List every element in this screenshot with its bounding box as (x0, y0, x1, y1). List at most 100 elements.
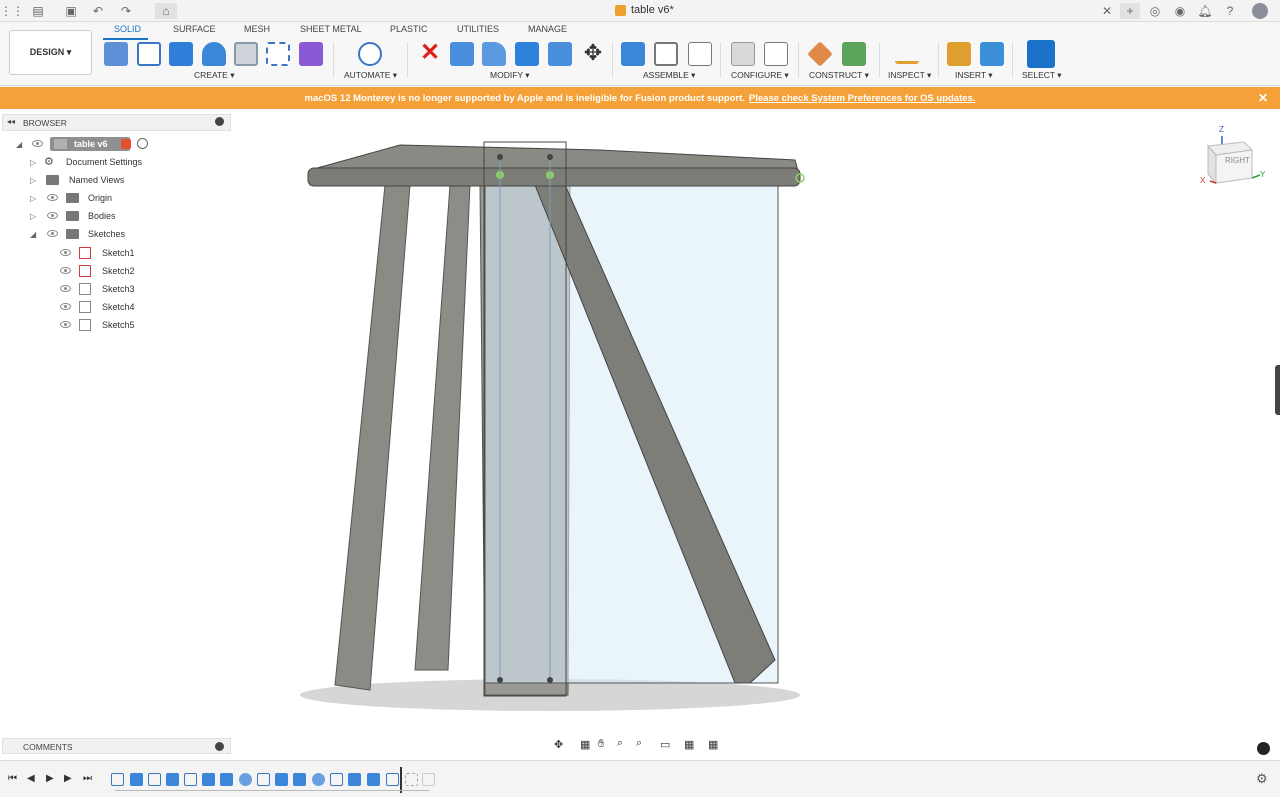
assemble-menu[interactable]: ASSEMBLE ▾ (643, 70, 695, 81)
configure-menu[interactable]: CONFIGURE ▾ (731, 70, 789, 81)
home-icon[interactable]: ⌂ (155, 3, 177, 19)
file-menu-icon[interactable]: ▤ (30, 3, 46, 19)
timeline-sketch-feature[interactable] (111, 773, 124, 786)
notifications-icon[interactable]: 🔔︎ (1197, 3, 1213, 19)
tree-item-sketch1[interactable]: Sketch1 (56, 245, 146, 261)
banner-link[interactable]: Please check System Preferences for OS u… (749, 93, 976, 104)
expand-arrow-icon[interactable]: ▷ (30, 176, 36, 185)
inspect-menu[interactable]: INSPECT ▾ (888, 70, 931, 81)
activate-radio-icon[interactable] (137, 138, 148, 149)
timeline-extrude-feature[interactable] (130, 773, 143, 786)
display-settings-icon[interactable]: ▭ (660, 738, 670, 751)
automate-menu[interactable]: AUTOMATE ▾ (344, 70, 397, 81)
play-icon[interactable]: ▶ (46, 773, 54, 784)
expand-arrow-icon[interactable]: ▷ (30, 194, 36, 203)
extensions-icon[interactable]: ◎ (1147, 3, 1163, 19)
timeline-sketch-feature[interactable] (184, 773, 197, 786)
tab-solid[interactable]: SOLID (114, 24, 141, 34)
revolve-icon[interactable] (202, 42, 226, 66)
tab-utilities[interactable]: UTILITIES (457, 24, 499, 34)
collapse-panel-icon[interactable]: ◂◂ (7, 117, 15, 126)
modify-menu[interactable]: MODIFY ▾ (490, 70, 530, 81)
zoom-window-icon[interactable]: ⌕ (636, 737, 642, 750)
construct-menu[interactable]: CONSTRUCT ▾ (809, 70, 869, 81)
timeline-extrude-feature[interactable] (293, 773, 306, 786)
timeline-fillet-feature[interactable] (312, 773, 325, 786)
tree-item-sketch5[interactable]: Sketch5 (56, 317, 146, 333)
expand-arrow-icon[interactable]: ◢ (16, 140, 22, 149)
comments-panel[interactable]: COMMENTS (2, 738, 231, 754)
automate-icon[interactable] (358, 42, 382, 66)
add-comment-icon[interactable] (215, 742, 224, 751)
configuration-table-icon[interactable] (764, 42, 788, 66)
feedback-icon[interactable] (1257, 742, 1270, 755)
close-icon[interactable]: ✕ (1258, 91, 1268, 105)
configure-icon[interactable] (731, 42, 755, 66)
redo-icon[interactable]: ↷ (118, 3, 134, 19)
viewcube[interactable]: RIGHT X Y Z (1196, 125, 1266, 190)
sketch-point[interactable] (547, 154, 553, 160)
hole-icon[interactable] (234, 42, 258, 66)
measure-icon[interactable] (895, 50, 919, 64)
timeline-extrude-feature[interactable] (275, 773, 288, 786)
select-icon[interactable] (1027, 40, 1055, 68)
timeline-sketch-feature[interactable] (330, 773, 343, 786)
new-tab-icon[interactable]: + (1120, 3, 1140, 19)
timeline-settings-icon[interactable]: ⚙ (1256, 771, 1268, 787)
panel-handle[interactable] (1275, 365, 1280, 415)
timeline-sketch-feature[interactable] (257, 773, 270, 786)
tab-mesh[interactable]: MESH (244, 24, 270, 34)
save-icon[interactable]: ▣ (63, 3, 79, 19)
visibility-eye-icon[interactable] (47, 230, 58, 237)
insert-menu[interactable]: INSERT ▾ (955, 70, 993, 81)
expand-arrow-icon[interactable]: ▷ (30, 212, 36, 221)
undo-icon[interactable]: ↶ (90, 3, 106, 19)
move-icon[interactable]: ✥ (581, 42, 605, 66)
grid-settings-icon[interactable]: ▦ (684, 738, 694, 751)
job-status-icon[interactable]: ◉ (1172, 3, 1188, 19)
sketch-point[interactable] (547, 677, 553, 683)
close-tab-icon[interactable]: ✕ (1099, 3, 1115, 19)
tab-plastic[interactable]: PLASTIC (390, 24, 428, 34)
zoom-icon[interactable]: ⌕ (617, 737, 623, 750)
orbit-icon[interactable]: ✥ (554, 738, 563, 751)
tree-item-sketches[interactable]: ◢ Sketches (14, 226, 154, 242)
pattern-icon[interactable] (266, 42, 290, 66)
step-forward-icon[interactable]: ▶ (64, 773, 72, 784)
timeline-sketch-feature[interactable] (148, 773, 161, 786)
visibility-eye-icon[interactable] (60, 321, 71, 328)
tab-surface[interactable]: SURFACE (173, 24, 216, 34)
timeline-suppressed-feature[interactable] (422, 773, 435, 786)
visibility-eye-icon[interactable] (32, 140, 43, 147)
timeline-sketch-feature[interactable] (386, 773, 399, 786)
tree-item-document-settings[interactable]: ▷ ⚙ Document Settings (14, 154, 154, 170)
visibility-eye-icon[interactable] (60, 303, 71, 310)
tree-item-sketch4[interactable]: Sketch4 (56, 299, 146, 315)
warning-badge-icon[interactable] (121, 139, 131, 149)
joint-icon[interactable] (654, 42, 678, 66)
pan-icon[interactable]: ✋︎ (598, 738, 604, 751)
tree-item-bodies[interactable]: ▷ Bodies (14, 208, 154, 224)
bill-of-materials-icon[interactable] (688, 42, 712, 66)
new-component-icon[interactable] (621, 42, 645, 66)
visibility-eye-icon[interactable] (47, 212, 58, 219)
sketch-edit-icon[interactable] (104, 42, 128, 66)
tab-manage[interactable]: MANAGE (528, 24, 567, 34)
timeline-suppressed-feature[interactable] (405, 773, 418, 786)
insert-image-icon[interactable] (980, 42, 1004, 66)
timeline-extrude-feature[interactable] (348, 773, 361, 786)
insert-derive-icon[interactable] (947, 42, 971, 66)
collapse-arrow-icon[interactable]: ◢ (30, 230, 36, 239)
expand-arrow-icon[interactable]: ▷ (30, 158, 36, 167)
viewports-icon[interactable]: ▦ (708, 738, 718, 751)
visibility-eye-icon[interactable] (60, 267, 71, 274)
select-menu[interactable]: SELECT ▾ (1022, 70, 1062, 81)
visibility-eye-icon[interactable] (47, 194, 58, 201)
shell-icon[interactable] (548, 42, 572, 66)
tree-item-sketch2[interactable]: Sketch2 (56, 263, 146, 279)
combine-icon[interactable] (515, 42, 539, 66)
avatar[interactable] (1252, 3, 1268, 19)
browser-options-icon[interactable] (215, 117, 224, 126)
delete-icon[interactable]: ✕ (418, 41, 442, 66)
tab-sheet-metal[interactable]: SHEET METAL (300, 24, 362, 34)
